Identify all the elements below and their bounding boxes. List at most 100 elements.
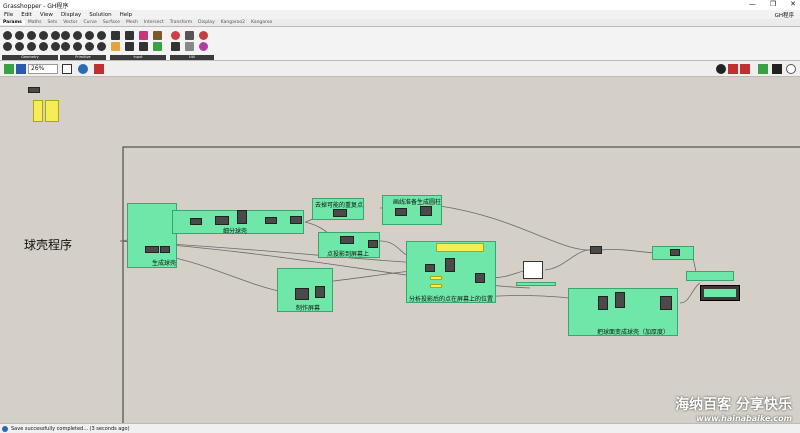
graph-icon[interactable] — [111, 42, 120, 51]
group-generate-shell[interactable]: 生成球壳 — [127, 203, 177, 268]
component[interactable] — [425, 264, 435, 272]
selected-preview-icon[interactable] — [758, 64, 768, 74]
menu-display[interactable]: Display — [57, 12, 85, 18]
parameter-component[interactable] — [28, 87, 40, 93]
document-preview-icon[interactable] — [772, 64, 782, 74]
tab-intersect[interactable]: Intersect — [141, 20, 167, 25]
colour-icon[interactable] — [61, 42, 70, 51]
tab-mesh[interactable]: Mesh — [123, 20, 141, 25]
yellow-panel[interactable] — [430, 276, 442, 280]
tab-params[interactable]: Params — [0, 20, 25, 25]
data-dam-icon[interactable] — [199, 31, 208, 40]
flask-icon[interactable] — [199, 42, 208, 51]
slider-icon[interactable] — [125, 31, 134, 40]
component[interactable] — [315, 286, 325, 298]
integer-icon[interactable] — [73, 31, 82, 40]
circle-icon[interactable] — [39, 31, 48, 40]
number-icon[interactable] — [85, 31, 94, 40]
image-sampler-component[interactable] — [523, 261, 543, 279]
yellow-panel[interactable] — [33, 100, 43, 122]
tab-kangaroo[interactable]: Kangaroo — [248, 20, 275, 25]
cull-duplicates-component[interactable] — [333, 209, 347, 217]
open-icon[interactable] — [4, 64, 14, 74]
component[interactable] — [160, 246, 170, 253]
cluster-icon[interactable] — [171, 31, 180, 40]
domain-icon[interactable] — [73, 42, 82, 51]
menu-file[interactable]: File — [0, 12, 17, 18]
line-component[interactable] — [395, 208, 407, 216]
menu-edit[interactable]: Edit — [17, 12, 36, 18]
output-panel[interactable] — [700, 285, 740, 301]
relay-component[interactable] — [590, 246, 602, 254]
grasshopper-canvas[interactable]: 球壳程序 生成球壳 细分球壳 去掉可能的重复点 画线准备生成圆柱 点投影到屏幕上… — [0, 78, 800, 423]
component[interactable] — [290, 216, 302, 224]
yellow-panel[interactable] — [45, 100, 59, 122]
vector-icon[interactable] — [27, 31, 36, 40]
zoom-extents-icon[interactable] — [62, 64, 72, 74]
path-icon[interactable] — [85, 42, 94, 51]
component[interactable] — [660, 296, 672, 310]
divide-component[interactable] — [190, 218, 202, 225]
gradient-icon[interactable] — [139, 31, 148, 40]
sketch-pen-icon[interactable] — [94, 64, 104, 74]
tab-surface[interactable]: Surface — [100, 20, 123, 25]
component[interactable] — [670, 249, 680, 256]
group-output[interactable] — [686, 271, 734, 281]
project-component[interactable] — [340, 236, 354, 244]
menu-solution[interactable]: Solution — [85, 12, 115, 18]
save-icon[interactable] — [16, 64, 26, 74]
panel-icon[interactable] — [125, 42, 134, 51]
tab-vector[interactable]: Vector — [60, 20, 80, 25]
component[interactable] — [445, 258, 455, 272]
swatch-icon[interactable] — [153, 42, 162, 51]
boolean-icon[interactable] — [61, 31, 70, 40]
arc-icon[interactable] — [51, 31, 60, 40]
text-icon[interactable] — [97, 31, 106, 40]
tab-sets[interactable]: Sets — [44, 20, 60, 25]
jump-icon[interactable] — [171, 42, 180, 51]
menu-help[interactable]: Help — [116, 12, 137, 18]
file-icon[interactable] — [97, 42, 106, 51]
preview-eye-icon[interactable] — [78, 64, 88, 74]
help-icon[interactable] — [786, 64, 796, 74]
component[interactable] — [598, 296, 608, 310]
curve-icon[interactable] — [3, 42, 12, 51]
component[interactable] — [237, 210, 247, 224]
line-icon[interactable] — [15, 42, 24, 51]
tab-transform[interactable]: Transform — [167, 20, 195, 25]
palette-icon[interactable] — [153, 31, 162, 40]
pipe-component[interactable] — [420, 206, 432, 216]
zoom-level[interactable]: 26% — [28, 64, 58, 74]
group-curve-prep[interactable]: 画线准备生成圆柱 — [382, 195, 442, 225]
maximize-button[interactable]: ❐ — [770, 0, 776, 8]
component[interactable] — [265, 217, 277, 224]
tab-kangaroo2[interactable]: Kangaroo2 — [218, 20, 248, 25]
geometry-icon[interactable] — [3, 31, 12, 40]
sphere-component[interactable] — [145, 246, 159, 253]
tab-display[interactable]: Display — [195, 20, 218, 25]
plane-icon[interactable] — [27, 42, 36, 51]
surface-component[interactable] — [295, 288, 309, 300]
preview-mode-icon[interactable] — [716, 64, 726, 74]
arrow-right-icon[interactable] — [185, 31, 194, 40]
tab-maths[interactable]: Maths — [25, 20, 45, 25]
offset-component[interactable] — [615, 292, 625, 308]
surface-icon[interactable] — [39, 42, 48, 51]
yellow-panel[interactable] — [430, 284, 442, 288]
component[interactable] — [215, 216, 229, 225]
tab-curve[interactable]: Curve — [81, 20, 100, 25]
component[interactable] — [368, 240, 378, 248]
matrix-icon[interactable] — [139, 42, 148, 51]
relay-icon[interactable] — [185, 42, 194, 51]
component[interactable] — [475, 273, 485, 283]
toggle-icon[interactable] — [111, 31, 120, 40]
minimize-button[interactable]: — — [749, 0, 756, 8]
document-name: GH程序 — [774, 12, 794, 19]
wire-preview-icon[interactable] — [728, 64, 738, 74]
yellow-panel[interactable] — [436, 243, 484, 252]
brep-icon[interactable] — [51, 42, 60, 51]
close-button[interactable]: ✕ — [790, 0, 796, 8]
point-icon[interactable] — [15, 31, 24, 40]
shaded-preview-icon[interactable] — [740, 64, 750, 74]
menu-view[interactable]: View — [36, 12, 57, 18]
